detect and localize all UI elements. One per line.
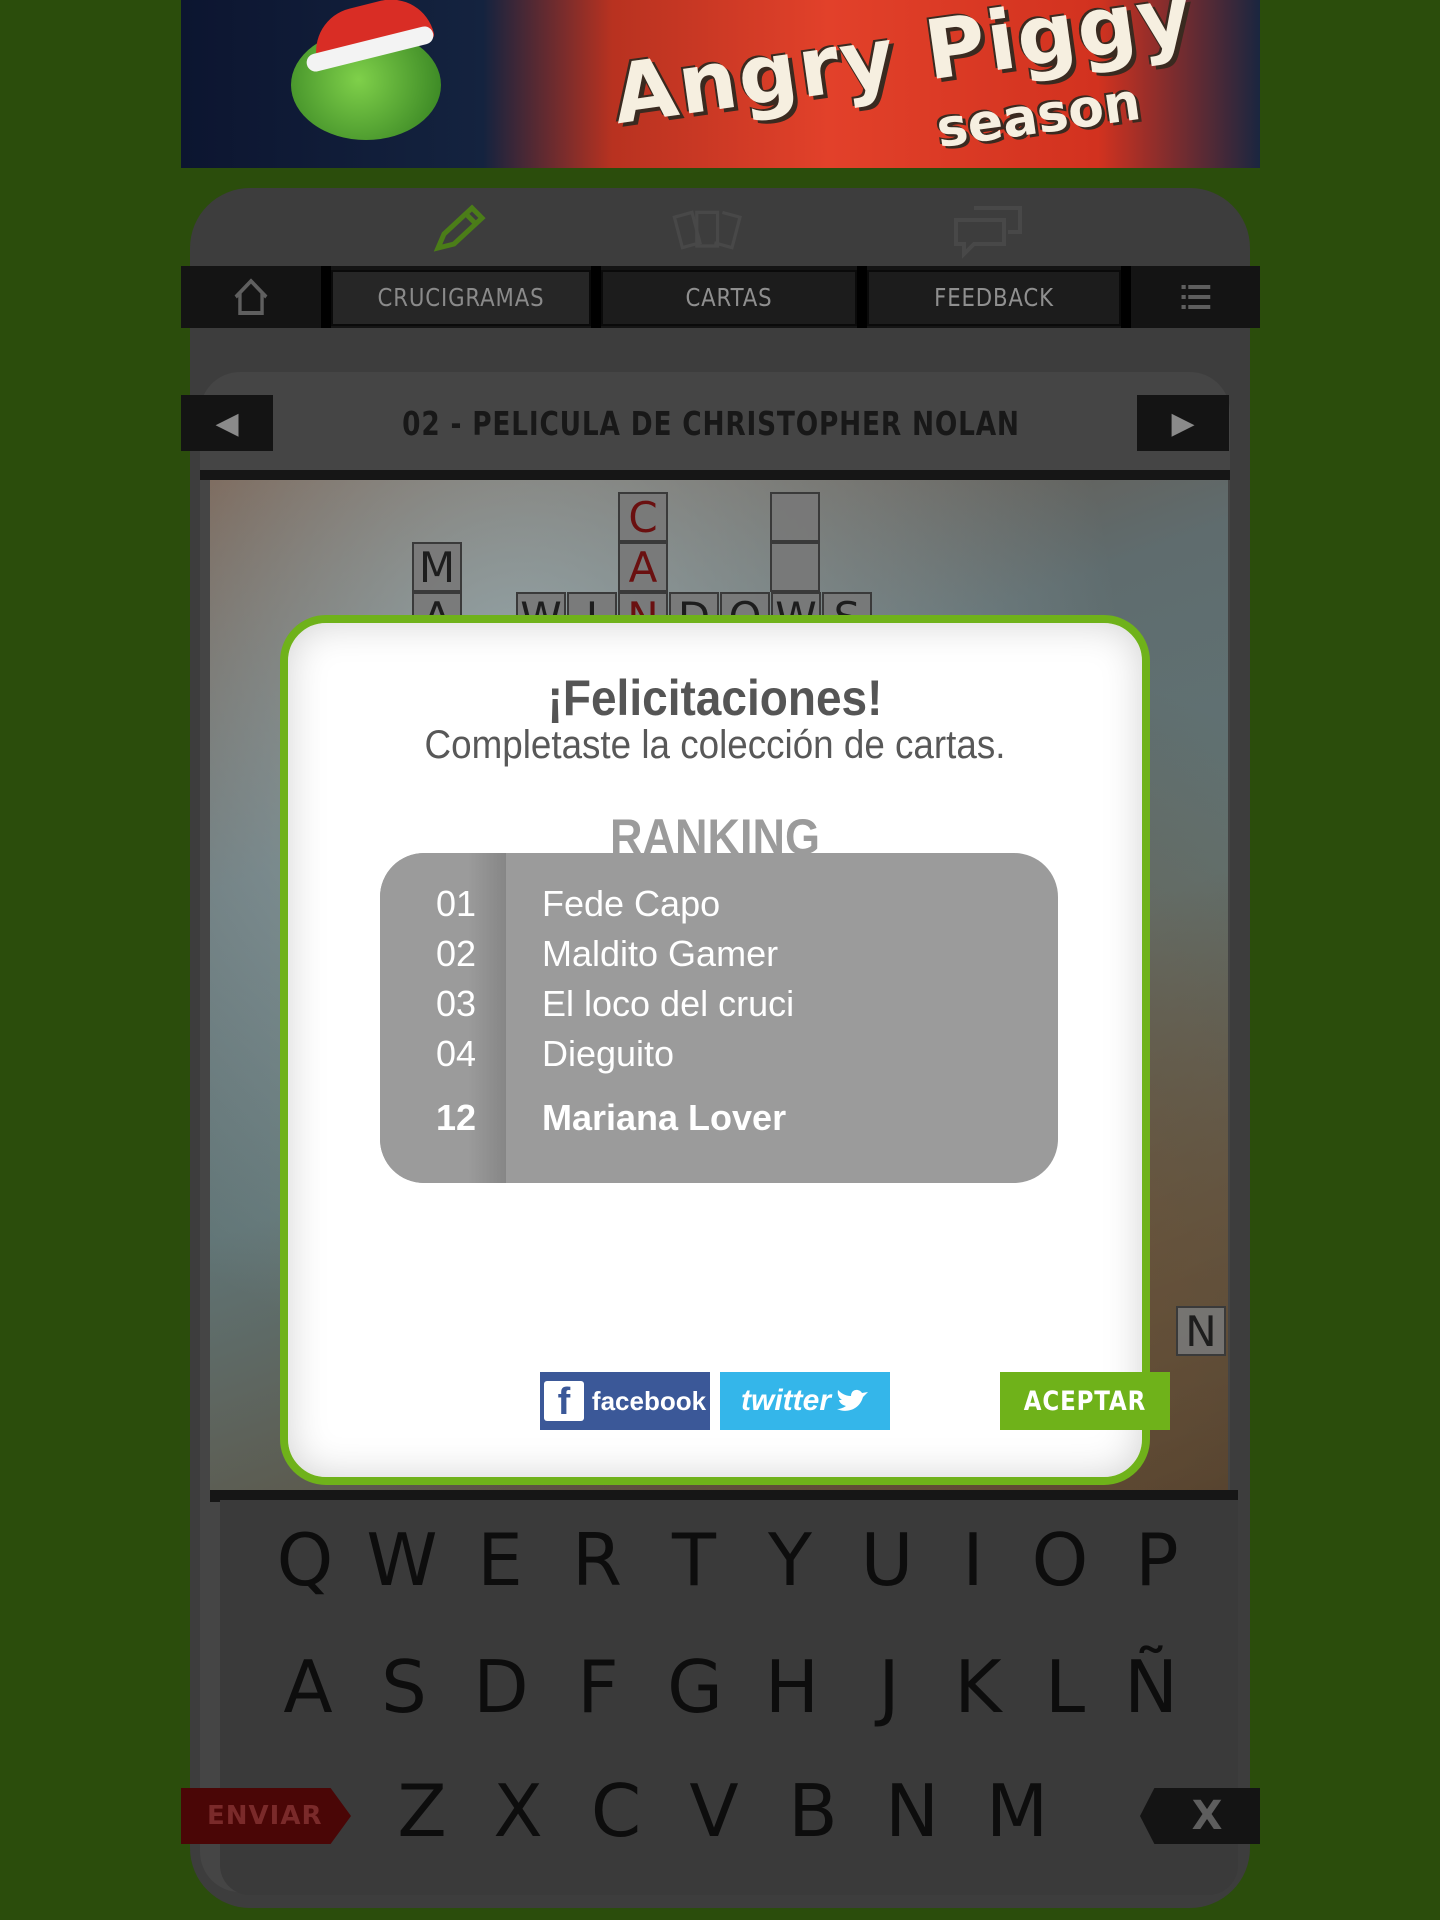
menu-button[interactable] xyxy=(1141,266,1251,328)
twitter-bird-icon xyxy=(837,1389,868,1411)
key[interactable]: G xyxy=(655,1642,735,1732)
send-button[interactable]: ENVIAR xyxy=(181,1788,351,1844)
ranking-player: Mariana Lover xyxy=(542,1097,787,1138)
ranking-row-current-user: 12 Mariana Lover xyxy=(380,1093,1058,1143)
key[interactable]: I xyxy=(933,1515,1013,1605)
tab-cartas-label: CARTAS xyxy=(685,282,773,312)
accept-button[interactable]: ACEPTAR xyxy=(1000,1372,1170,1430)
ad-banner[interactable]: Angry Piggy season xyxy=(181,0,1260,168)
key[interactable]: K xyxy=(938,1642,1018,1732)
keyboard: Q W E R T Y U I O P A S D F G H J K L Ñ … xyxy=(220,1500,1238,1895)
ranking-player: Fede Capo xyxy=(542,883,721,924)
key[interactable]: U xyxy=(847,1515,927,1605)
facebook-label: facebook xyxy=(591,1385,707,1416)
key[interactable]: O xyxy=(1020,1515,1100,1605)
nav-divider xyxy=(857,266,867,328)
ranking-row: 03 El loco del cruci xyxy=(380,979,1058,1029)
cards-icon xyxy=(672,210,742,250)
dialog-title: ¡Felicitaciones! xyxy=(547,670,883,726)
key[interactable]: M xyxy=(977,1766,1057,1856)
ranking-player: Maldito Gamer xyxy=(542,933,779,974)
key[interactable]: Ñ xyxy=(1111,1642,1191,1732)
key[interactable]: C xyxy=(576,1766,656,1856)
key[interactable]: B xyxy=(773,1766,853,1856)
tab-feedback-label: FEEDBACK xyxy=(934,282,1054,312)
key[interactable]: F xyxy=(558,1642,638,1732)
prev-level-button[interactable]: ◀ xyxy=(181,395,273,451)
twitter-share-button[interactable]: twitter xyxy=(720,1372,890,1430)
nav-divider xyxy=(591,266,601,328)
crossword-cell[interactable]: M xyxy=(412,542,462,592)
ranking-position: 01 xyxy=(435,883,476,924)
key[interactable]: T xyxy=(654,1515,734,1605)
nav-divider xyxy=(1121,266,1131,328)
key[interactable]: L xyxy=(1025,1642,1105,1732)
key[interactable]: S xyxy=(364,1642,444,1732)
tab-crucigramas-label: CRUCIGRAMAS xyxy=(377,282,545,312)
key[interactable]: Q xyxy=(265,1515,345,1605)
ranking-row: 04 Dieguito xyxy=(380,1029,1058,1079)
ranking-position: 03 xyxy=(435,983,476,1024)
ranking-player: El loco del cruci xyxy=(542,983,795,1024)
nav-divider xyxy=(321,266,331,328)
home-button[interactable] xyxy=(192,266,311,328)
ranking-row: 02 Maldito Gamer xyxy=(380,929,1058,979)
key[interactable]: Y xyxy=(750,1515,830,1605)
crossword-cell[interactable]: N xyxy=(1176,1306,1226,1356)
key[interactable]: J xyxy=(849,1642,929,1732)
ranking-table: 01 Fede Capo 02 Maldito Gamer 03 El loco… xyxy=(380,853,1058,1183)
facebook-icon: f xyxy=(543,1381,584,1421)
crossword-cell[interactable]: C xyxy=(618,492,668,542)
arrow-left-icon: ◀ xyxy=(215,406,239,440)
ranking-position: 04 xyxy=(435,1033,476,1074)
accept-label: ACEPTAR xyxy=(1023,1385,1147,1417)
congratulations-dialog: ¡Felicitaciones! Completaste la colecció… xyxy=(280,615,1170,1485)
key[interactable]: N xyxy=(872,1766,952,1856)
crossword-cell[interactable] xyxy=(770,492,820,542)
facebook-share-button[interactable]: f facebook xyxy=(540,1372,710,1430)
key[interactable]: Z xyxy=(382,1766,462,1856)
twitter-label: twitter xyxy=(741,1384,831,1417)
dialog-subtitle: Completaste la colección de cartas. xyxy=(424,723,1006,767)
list-icon xyxy=(1181,285,1210,309)
main-nav: CRUCIGRAMAS CARTAS FEEDBACK xyxy=(181,266,1260,328)
level-title: 02 - PELICULA DE CHRISTOPHER NOLAN xyxy=(402,403,1020,443)
ranking-row: 01 Fede Capo xyxy=(380,879,1058,929)
pencil-icon xyxy=(433,204,486,252)
ranking-player: Dieguito xyxy=(542,1033,675,1074)
key[interactable]: W xyxy=(362,1515,442,1605)
delete-button[interactable]: X xyxy=(1140,1788,1260,1844)
key[interactable]: D xyxy=(461,1642,541,1732)
key[interactable]: R xyxy=(557,1515,637,1605)
key[interactable]: A xyxy=(268,1642,348,1732)
arrow-right-icon: ▶ xyxy=(1171,406,1195,440)
ranking-position: 02 xyxy=(435,933,476,974)
key[interactable]: V xyxy=(674,1766,754,1856)
level-bar: ◀ 02 - PELICULA DE CHRISTOPHER NOLAN ▶ xyxy=(181,395,1229,455)
key[interactable]: H xyxy=(752,1642,832,1732)
next-level-button[interactable]: ▶ xyxy=(1137,395,1229,451)
crossword-cell[interactable] xyxy=(770,542,820,592)
key[interactable]: E xyxy=(460,1515,540,1605)
key[interactable]: X xyxy=(478,1766,558,1856)
key[interactable]: P xyxy=(1117,1515,1197,1605)
home-icon xyxy=(234,278,268,315)
level-divider xyxy=(200,470,1230,480)
ranking-position: 12 xyxy=(435,1097,476,1138)
chat-bubbles-icon xyxy=(954,206,1022,259)
crossword-cell[interactable]: A xyxy=(618,542,668,592)
